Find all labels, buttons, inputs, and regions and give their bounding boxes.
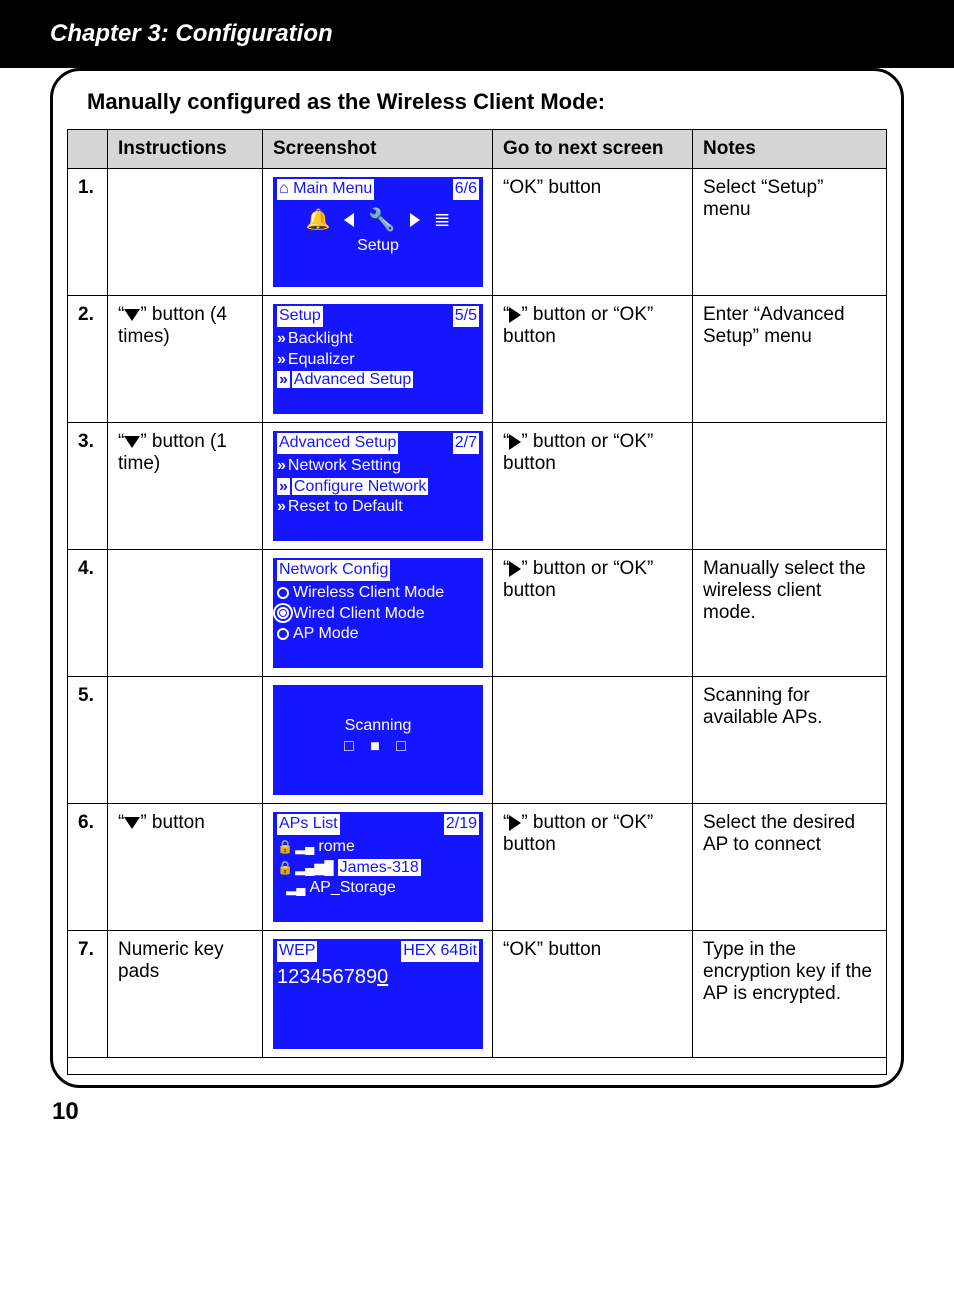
section-title: Manually configured as the Wireless Clie…: [67, 89, 887, 129]
device-screenshot: Scanning□ ■ □: [273, 685, 483, 795]
right-arrow-icon: [509, 434, 521, 450]
device-screenshot: WEPHEX 64Bit 1234567890: [273, 939, 483, 1049]
table-row: 4. Network ConfigWireless Client ModeWir…: [68, 550, 887, 677]
notes-cell: Select “Setup” menu: [693, 169, 887, 296]
table-row: 1. ⌂ Main Menu6/6 🔔🔧≣ Setup “OK” button …: [68, 169, 887, 296]
screenshot-cell: WEPHEX 64Bit 1234567890: [263, 931, 493, 1058]
go-next-cell: “” button or “OK” button: [493, 550, 693, 677]
notes-cell: Type in the encryption key if the AP is …: [693, 931, 887, 1058]
step-number: 2.: [68, 296, 108, 423]
screenshot-cell: Network ConfigWireless Client ModeWired …: [263, 550, 493, 677]
col-header-number: [68, 130, 108, 169]
instruction-cell: “” button: [108, 804, 263, 931]
table-row: 2. “” button (4 times) Setup5/5»Backligh…: [68, 296, 887, 423]
notes-cell: Manually select the wireless client mode…: [693, 550, 887, 677]
col-header-notes: Notes: [693, 130, 887, 169]
table-row: 6. “” button APs List2/19🔒▂▄rome🔒▂▄▆█Jam…: [68, 804, 887, 931]
step-number: 7.: [68, 931, 108, 1058]
instruction-cell: “” button (1 time): [108, 423, 263, 550]
table-row: 3. “” button (1 time) Advanced Setup2/7»…: [68, 423, 887, 550]
instruction-cell: “” button (4 times): [108, 296, 263, 423]
step-number: 6.: [68, 804, 108, 931]
down-arrow-icon: [124, 817, 140, 829]
col-header-screenshot: Screenshot: [263, 130, 493, 169]
device-screenshot: ⌂ Main Menu6/6 🔔🔧≣ Setup: [273, 177, 483, 287]
instruction-cell: Numeric key pads: [108, 931, 263, 1058]
step-number: 5.: [68, 677, 108, 804]
instruction-cell: [108, 550, 263, 677]
go-next-cell: “” button or “OK” button: [493, 423, 693, 550]
right-arrow-icon: [509, 815, 521, 831]
content-frame: Manually configured as the Wireless Clie…: [50, 68, 904, 1088]
notes-cell: Scanning for available APs.: [693, 677, 887, 804]
page-number: 10: [52, 1098, 904, 1126]
right-arrow-icon: [509, 307, 521, 323]
instruction-cell: [108, 677, 263, 804]
step-number: 1.: [68, 169, 108, 296]
screenshot-cell: Setup5/5»Backlight»Equalizer»Advanced Se…: [263, 296, 493, 423]
go-next-cell: “OK” button: [493, 169, 693, 296]
down-arrow-icon: [124, 436, 140, 448]
page-body: Manually configured as the Wireless Clie…: [0, 68, 954, 1146]
go-next-cell: [493, 677, 693, 804]
screenshot-cell: Scanning□ ■ □: [263, 677, 493, 804]
step-number: 4.: [68, 550, 108, 677]
device-screenshot: APs List2/19🔒▂▄rome🔒▂▄▆█James-318 ▂▄AP_S…: [273, 812, 483, 922]
go-next-cell: “OK” button: [493, 931, 693, 1058]
step-number: 3.: [68, 423, 108, 550]
go-next-cell: “” button or “OK” button: [493, 296, 693, 423]
screenshot-cell: ⌂ Main Menu6/6 🔔🔧≣ Setup: [263, 169, 493, 296]
table-row: 7. Numeric key pads WEPHEX 64Bit 1234567…: [68, 931, 887, 1058]
table-row: 5. Scanning□ ■ □ Scanning for available …: [68, 677, 887, 804]
col-header-instructions: Instructions: [108, 130, 263, 169]
notes-cell: [693, 423, 887, 550]
device-screenshot: Setup5/5»Backlight»Equalizer»Advanced Se…: [273, 304, 483, 414]
screenshot-cell: APs List2/19🔒▂▄rome🔒▂▄▆█James-318 ▂▄AP_S…: [263, 804, 493, 931]
go-next-cell: “” button or “OK” button: [493, 804, 693, 931]
instruction-table: Instructions Screenshot Go to next scree…: [67, 129, 887, 1075]
down-arrow-icon: [124, 309, 140, 321]
device-screenshot: Network ConfigWireless Client ModeWired …: [273, 558, 483, 668]
notes-cell: Enter “Advanced Setup” menu: [693, 296, 887, 423]
screenshot-cell: Advanced Setup2/7»Network Setting»Config…: [263, 423, 493, 550]
notes-cell: Select the desired AP to connect: [693, 804, 887, 931]
right-arrow-icon: [509, 561, 521, 577]
instruction-cell: [108, 169, 263, 296]
device-screenshot: Advanced Setup2/7»Network Setting»Config…: [273, 431, 483, 541]
col-header-go-next: Go to next screen: [493, 130, 693, 169]
